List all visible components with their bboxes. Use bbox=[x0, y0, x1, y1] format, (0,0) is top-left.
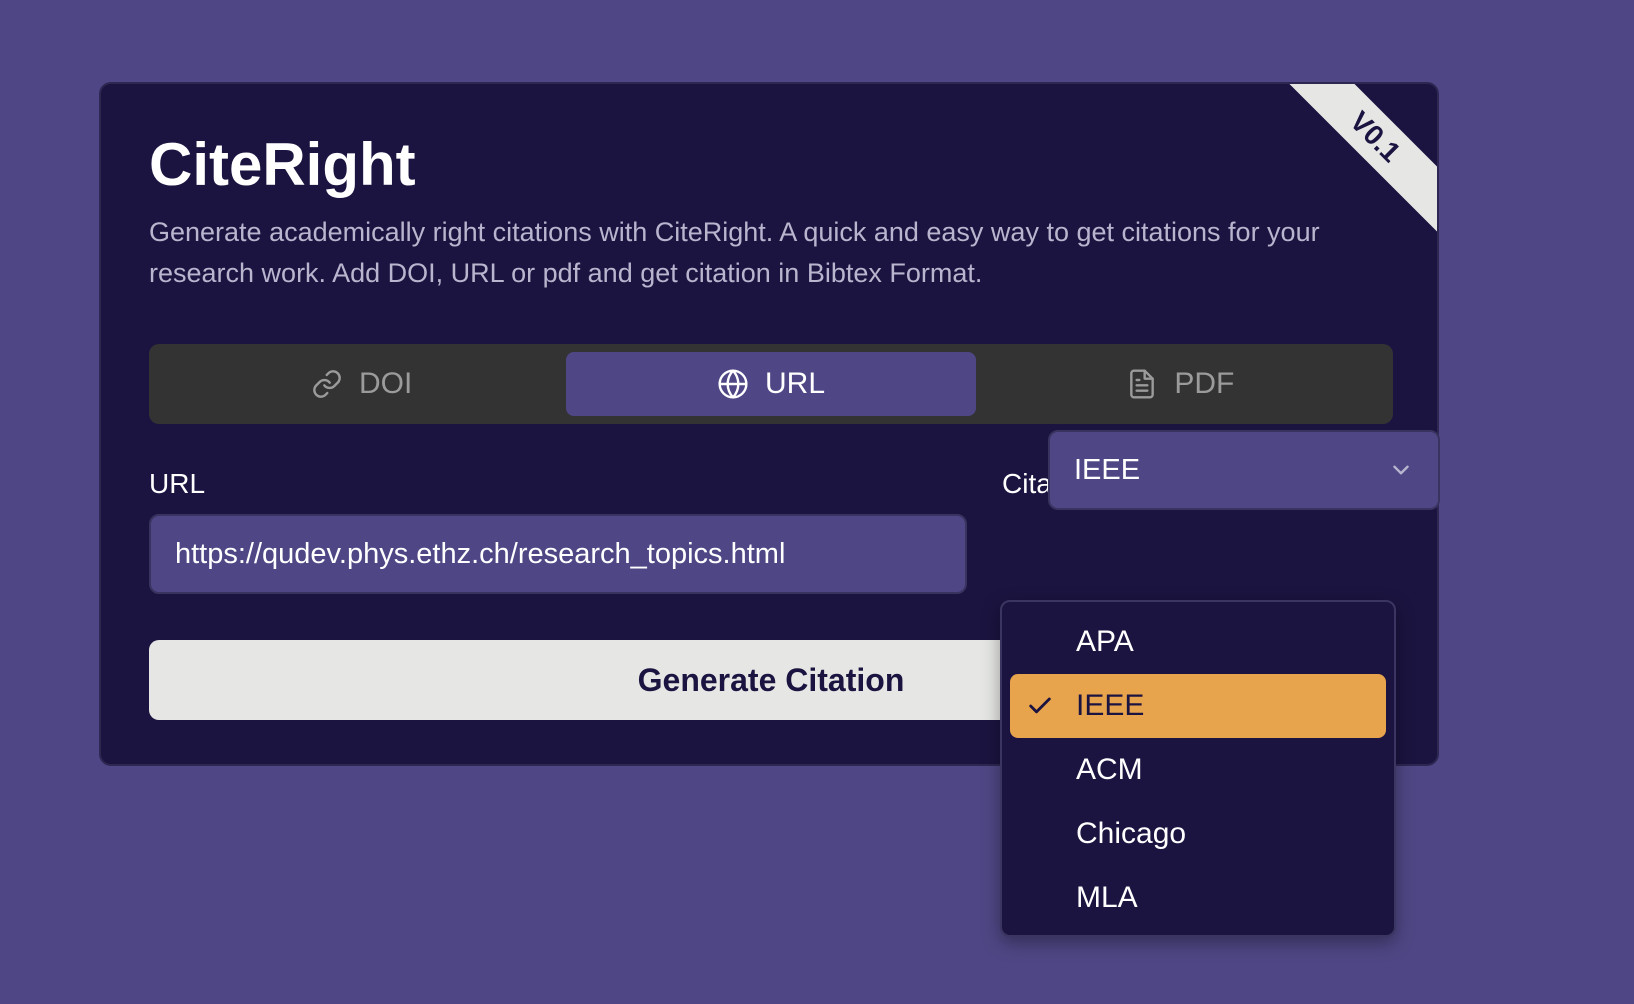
url-input[interactable] bbox=[149, 514, 967, 594]
file-icon bbox=[1130, 369, 1155, 399]
tab-doi-label: DOI bbox=[358, 367, 413, 400]
option-acm[interactable]: ACM bbox=[1010, 738, 1386, 802]
tab-url[interactable]: URL bbox=[566, 352, 976, 416]
option-label: Chicago bbox=[1076, 817, 1187, 850]
option-apa[interactable]: APA bbox=[1010, 610, 1386, 674]
check-icon bbox=[1029, 697, 1051, 714]
url-label: URL bbox=[149, 468, 206, 499]
globe-icon bbox=[718, 369, 748, 399]
option-ieee[interactable]: IEEE bbox=[1010, 674, 1386, 738]
tab-pdf-label: PDF bbox=[1174, 367, 1235, 400]
link-icon bbox=[313, 370, 341, 398]
option-chicago[interactable]: Chicago bbox=[1010, 802, 1386, 866]
option-label: ACM bbox=[1076, 753, 1143, 786]
citation-style-dropdown: APA IEEE ACM Chicago MLA bbox=[1000, 600, 1396, 937]
citation-style-value: IEEE bbox=[1074, 453, 1141, 486]
chevron-down-icon bbox=[1393, 465, 1409, 475]
tab-pdf[interactable]: PDF bbox=[976, 352, 1385, 416]
tab-url-label: URL bbox=[764, 367, 825, 400]
option-label: MLA bbox=[1076, 881, 1138, 914]
app-description: Generate academically right citations wi… bbox=[149, 217, 1320, 288]
source-tabs: DOI URL PDF bbox=[149, 344, 1393, 424]
option-mla[interactable]: MLA bbox=[1010, 866, 1386, 930]
tab-doi[interactable]: DOI bbox=[157, 352, 566, 416]
citation-style-select[interactable]: IEEE bbox=[1048, 430, 1440, 510]
option-label: IEEE bbox=[1076, 689, 1145, 722]
option-label: APA bbox=[1076, 625, 1134, 658]
version-label: V0.1 bbox=[1344, 105, 1407, 168]
app-title: CiteRight bbox=[149, 131, 416, 198]
